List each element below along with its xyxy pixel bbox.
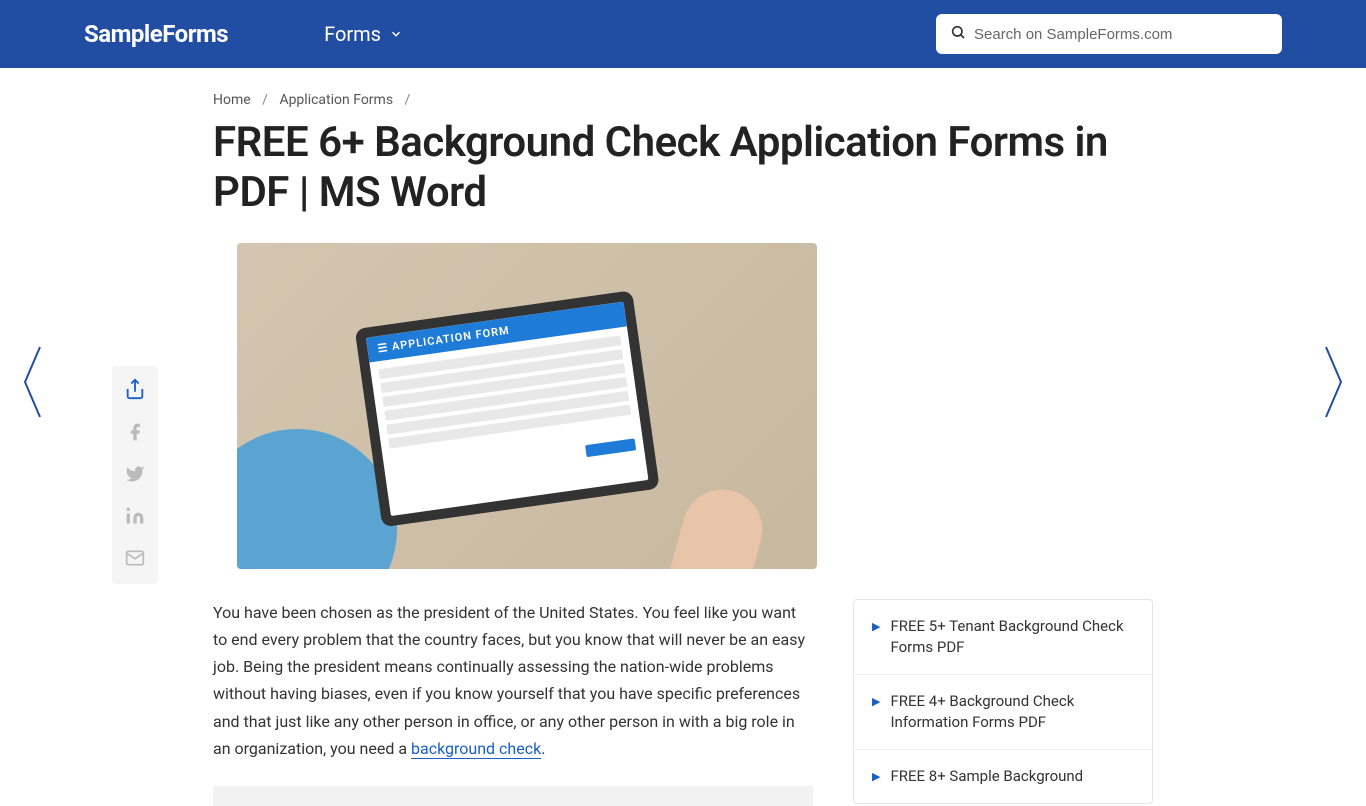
site-header: SampleForms Forms xyxy=(0,0,1366,68)
search-icon xyxy=(950,24,966,44)
content-row: You have been chosen as the president of… xyxy=(213,599,1153,806)
related-item[interactable]: ▶ FREE 8+ Sample Background xyxy=(854,750,1152,803)
hero-hand xyxy=(663,480,771,568)
intro-paragraph: You have been chosen as the president of… xyxy=(213,599,813,762)
breadcrumb: Home / Application Forms / xyxy=(213,92,1153,108)
facebook-icon[interactable] xyxy=(125,422,145,446)
search-box[interactable] xyxy=(936,14,1282,54)
linkedin-icon[interactable] xyxy=(125,506,145,530)
bullet-icon: ▶ xyxy=(872,694,880,709)
twitter-icon[interactable] xyxy=(125,464,145,488)
related-item[interactable]: ▶ FREE 5+ Tenant Background Check Forms … xyxy=(854,600,1152,675)
breadcrumb-category[interactable]: Application Forms xyxy=(279,92,393,108)
main-column: You have been chosen as the president of… xyxy=(213,599,813,806)
nav-forms[interactable]: Forms xyxy=(324,22,403,46)
hero-tablet: ☰ APPLICATION FORM xyxy=(355,290,660,527)
share-icon[interactable] xyxy=(124,378,146,404)
related-item-label: FREE 4+ Background Check Information For… xyxy=(890,691,1134,733)
search-input[interactable] xyxy=(974,26,1268,43)
content-strip xyxy=(213,786,813,806)
chevron-down-icon xyxy=(389,22,403,46)
main-container: Home / Application Forms / FREE 6+ Backg… xyxy=(213,68,1153,806)
related-box: ▶ FREE 5+ Tenant Background Check Forms … xyxy=(853,599,1153,804)
prev-arrow[interactable] xyxy=(20,342,44,426)
breadcrumb-home[interactable]: Home xyxy=(213,92,251,108)
page-title: FREE 6+ Background Check Application For… xyxy=(213,118,1153,219)
related-item[interactable]: ▶ FREE 4+ Background Check Information F… xyxy=(854,675,1152,750)
bullet-icon: ▶ xyxy=(872,619,880,634)
intro-link[interactable]: background check xyxy=(411,739,541,759)
email-icon[interactable] xyxy=(125,548,145,572)
related-item-label: FREE 8+ Sample Background xyxy=(890,766,1083,787)
intro-text-after: . xyxy=(541,739,545,758)
bullet-icon: ▶ xyxy=(872,769,880,784)
hero-image: ☰ APPLICATION FORM xyxy=(237,243,817,569)
breadcrumb-sep: / xyxy=(405,92,411,108)
tablet-screen: ☰ APPLICATION FORM xyxy=(366,301,649,515)
logo[interactable]: SampleForms xyxy=(84,20,228,48)
breadcrumb-sep: / xyxy=(262,92,268,108)
next-arrow[interactable] xyxy=(1322,342,1346,426)
intro-text-before: You have been chosen as the president of… xyxy=(213,603,805,758)
share-rail xyxy=(112,366,158,584)
nav-forms-label: Forms xyxy=(324,22,381,46)
related-item-label: FREE 5+ Tenant Background Check Forms PD… xyxy=(890,616,1134,658)
